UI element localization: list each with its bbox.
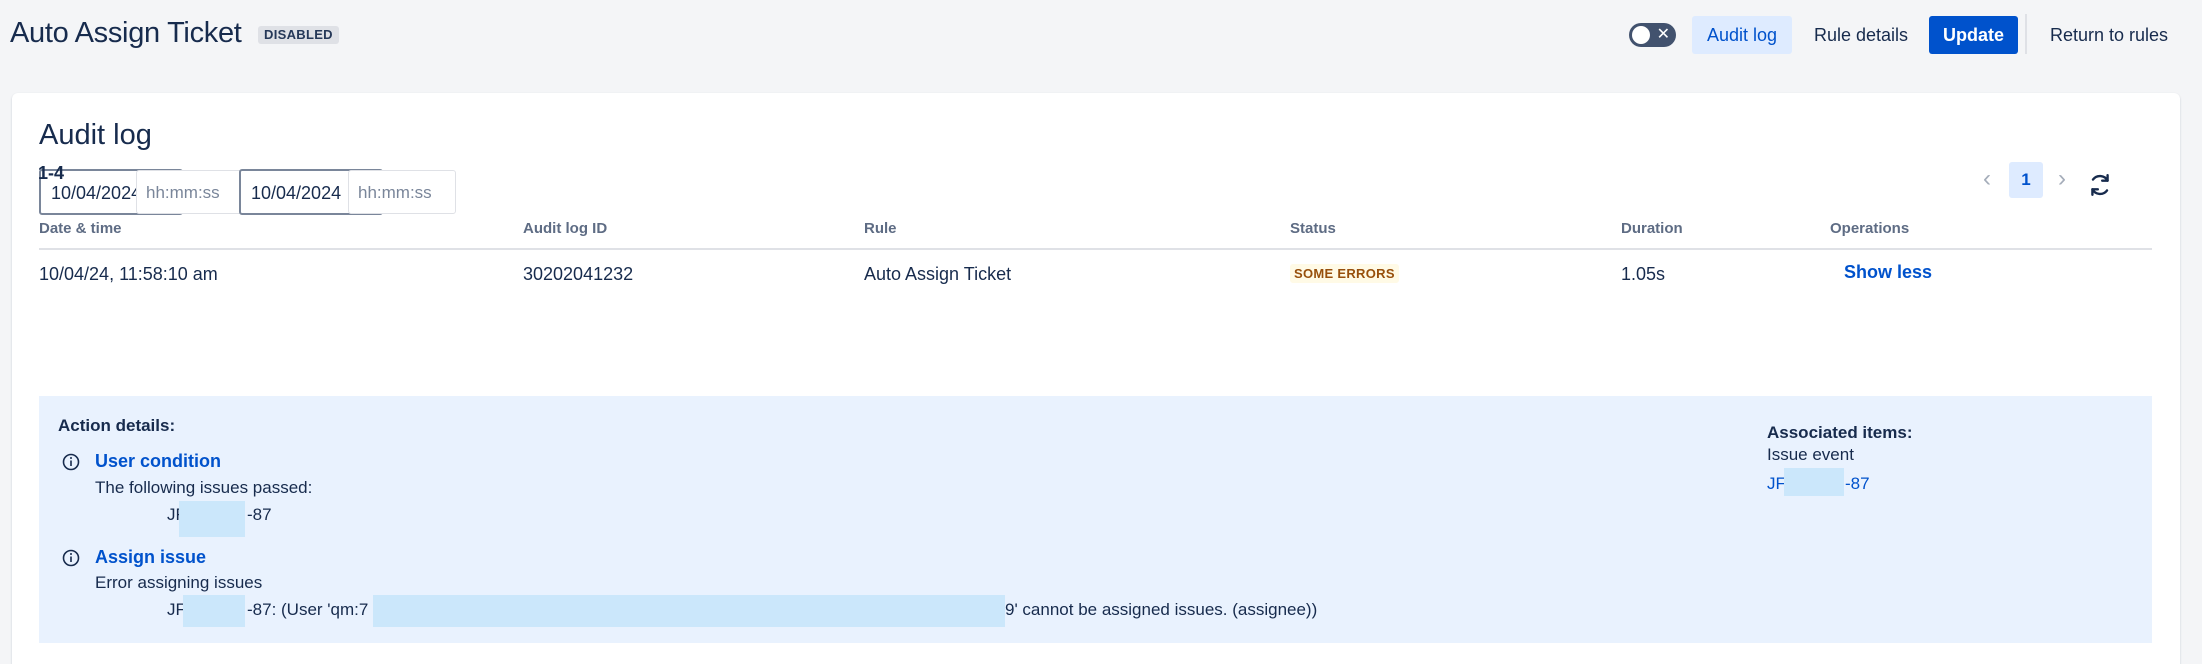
cell-duration: 1.05s	[1621, 264, 1666, 284]
action-details-label: Action details:	[58, 416, 176, 435]
update-button[interactable]: Update	[1929, 16, 2019, 54]
redacted-area	[1784, 468, 1844, 496]
error-message-start: -87: (User 'qm:7	[247, 600, 369, 619]
issue-key-suffix: -87	[247, 505, 272, 524]
status-badge-some-errors: SOME ERRORS	[1290, 264, 1399, 283]
action-text: The following issues passed:	[95, 478, 313, 497]
status-badge: DISABLED	[258, 26, 339, 44]
column-header-duration: Duration	[1621, 220, 1683, 237]
return-to-rules-button[interactable]: Return to rules	[2035, 16, 2183, 54]
associated-issue-link-suffix[interactable]: -87	[1845, 474, 1870, 494]
cell-date-time: 10/04/24, 11:58:10 am	[39, 264, 218, 284]
toggle-knob	[1632, 26, 1650, 44]
action-details-panel: Action details: User condition The follo…	[39, 396, 2152, 643]
rule-enable-toggle[interactable]: ✕	[1629, 23, 1676, 47]
toolbar-divider	[2025, 14, 2027, 54]
to-time-placeholder: hh:mm:ss	[358, 183, 432, 202]
action-title-user-condition[interactable]: User condition	[95, 451, 221, 472]
top-bar: Auto Assign Ticket DISABLED ✕ Audit log …	[0, 0, 2202, 70]
redacted-area	[373, 595, 1005, 627]
column-header-audit-id: Audit log ID	[523, 220, 608, 237]
action-title-assign-issue[interactable]: Assign issue	[95, 547, 206, 568]
info-icon	[62, 549, 80, 567]
to-time-input[interactable]: hh:mm:ss	[348, 170, 456, 214]
audit-log-title: Audit log	[39, 119, 152, 151]
audit-log-tab[interactable]: Audit log	[1692, 16, 1793, 54]
refresh-icon[interactable]	[2087, 172, 2113, 198]
cell-rule: Auto Assign Ticket	[864, 264, 1012, 284]
to-date-value: 10/04/2024	[251, 183, 342, 203]
redacted-area	[183, 595, 245, 627]
error-message-end: 9' cannot be assigned issues. (assignee)…	[1005, 600, 1318, 619]
toggle-off-icon: ✕	[1656, 26, 1670, 43]
associated-item-type: Issue event	[1767, 445, 1854, 464]
info-icon	[62, 453, 80, 471]
from-date-value: 10/04/2024	[51, 183, 142, 203]
chevron-right-icon[interactable]: ›	[2058, 166, 2066, 192]
column-header-status: Status	[1290, 220, 1336, 237]
action-text: Error assigning issues	[95, 573, 263, 592]
redacted-area	[179, 501, 245, 537]
chevron-left-icon[interactable]: ‹	[1983, 166, 1991, 192]
associated-items-label: Associated items:	[1767, 423, 1913, 442]
column-header-rule: Rule	[864, 220, 897, 237]
page-title: Auto Assign Ticket	[10, 17, 242, 49]
from-time-placeholder: hh:mm:ss	[146, 183, 220, 202]
cell-audit-id: 30202041232	[523, 264, 634, 284]
result-range: 1-4	[38, 163, 65, 183]
from-time-input[interactable]: hh:mm:ss	[136, 170, 244, 214]
column-header-date: Date & time	[39, 220, 122, 237]
column-header-operations: Operations	[1830, 220, 1910, 237]
page-button-1[interactable]: 1	[2009, 162, 2043, 198]
rule-details-tab[interactable]: Rule details	[1799, 16, 1923, 54]
header-divider	[39, 248, 2152, 250]
show-less-link[interactable]: Show less	[1844, 262, 1932, 283]
